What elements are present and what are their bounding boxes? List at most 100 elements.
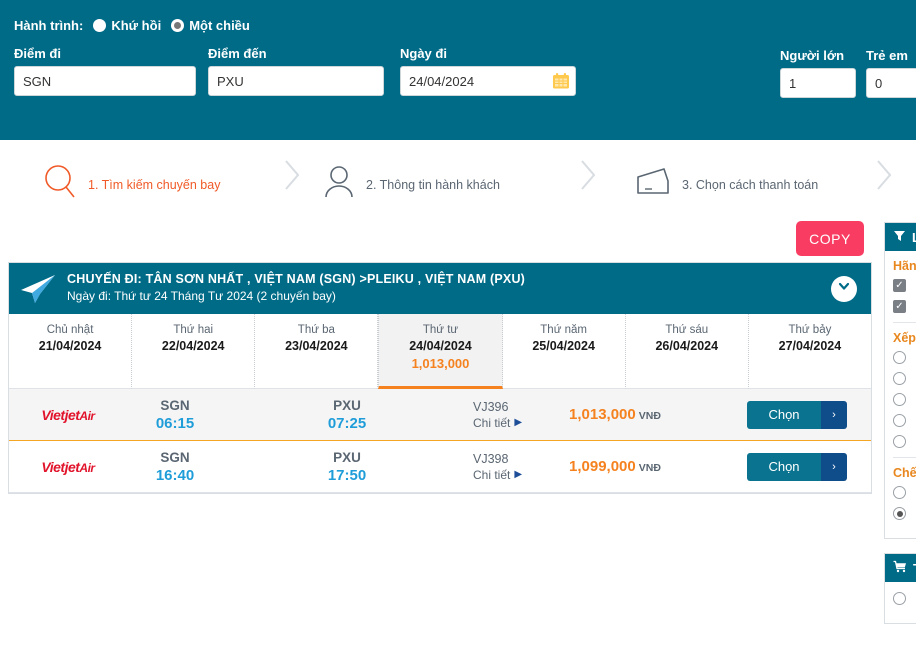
radio-icon[interactable] (893, 351, 906, 364)
trip-option-round-trip[interactable]: Khứ hồi (93, 18, 161, 33)
action-block: Chọn › (739, 401, 871, 429)
date-tab-6[interactable]: Thứ bảy 27/04/2024 (749, 314, 871, 389)
airline-filter-title: Hãng (893, 259, 916, 273)
sort-option-1[interactable] (893, 372, 916, 385)
filter-divider (893, 322, 916, 323)
flight-details-label: Chi tiết (473, 415, 510, 431)
date-tab-1[interactable]: Thứ hai 22/04/2024 (132, 314, 255, 389)
sort-option-2[interactable] (893, 393, 916, 406)
select-flight-button[interactable]: Chọn › (747, 401, 847, 429)
trip-option-one-way-label: Một chiều (189, 18, 250, 33)
checkbox-checked-icon[interactable]: ✓ (893, 300, 906, 313)
depart-date-input[interactable]: 24/04/2024 (400, 66, 576, 96)
journey-header: CHUYẾN ĐI: TÂN SƠN NHẤT , VIỆT NAM (SGN)… (9, 263, 871, 314)
date-tab-2[interactable]: Thứ ba 23/04/2024 (255, 314, 378, 389)
sort-option-4[interactable] (893, 435, 916, 448)
step-chevron-1-icon (282, 157, 304, 199)
step-payment-method-label: 3. Chọn cách thanh toán (682, 178, 818, 192)
destination-block: PXU 17:50 (299, 449, 395, 485)
airline-logo-vietjet: VietjetAir (9, 459, 127, 475)
date-tabs: Chủ nhật 21/04/2024 Thứ hai 22/04/2024 T… (9, 314, 871, 389)
arrival-field: Điểm đến PXU (208, 46, 384, 96)
airline-logo-vietjet: VietjetAir (9, 407, 127, 423)
trip-option-one-way[interactable]: Một chiều (171, 18, 250, 33)
action-block: Chọn › (739, 453, 871, 481)
select-flight-button[interactable]: Chọn › (747, 453, 847, 481)
flight-details-link[interactable]: Chi tiết ▶ (473, 415, 559, 431)
origin-code: SGN (127, 397, 223, 414)
adults-label: Người lớn (780, 48, 856, 63)
adults-input[interactable]: 1 (780, 68, 856, 98)
class-option-0[interactable] (893, 486, 916, 499)
radio-icon[interactable] (893, 372, 906, 385)
class-option-1[interactable] (893, 507, 916, 520)
adults-field: Người lớn 1 (780, 48, 856, 98)
radio-icon[interactable] (893, 592, 906, 605)
step-payment-method[interactable]: 3. Chọn cách thanh toán (634, 163, 818, 206)
table-row[interactable]: VietjetAir SGN 16:40 PXU 17:50 VJ398 Chi… (9, 441, 871, 493)
radio-icon[interactable] (893, 393, 906, 406)
radio-icon[interactable] (893, 414, 906, 427)
journey-title: CHUYẾN ĐI: TÂN SƠN NHẤT , VIỆT NAM (SGN)… (67, 272, 525, 288)
select-flight-label: Chọn (747, 453, 821, 481)
flight-details-link[interactable]: Chi tiết ▶ (473, 467, 559, 483)
checkout-steps: 1. Tìm kiếm chuyến bay 2. Thông tin hành… (0, 141, 916, 219)
step-passenger-info-label: 2. Thông tin hành khách (366, 178, 500, 192)
step-search-flight[interactable]: 1. Tìm kiếm chuyến bay (42, 163, 220, 206)
origin-block: SGN 16:40 (127, 449, 223, 485)
radio-icon[interactable] (893, 435, 906, 448)
sort-option-3[interactable] (893, 414, 916, 427)
origin-block: SGN 06:15 (127, 397, 223, 433)
depart-date-wrapper: 24/04/2024 (400, 66, 576, 96)
airline-filter-option-0[interactable]: ✓ (893, 279, 916, 292)
destination-code: PXU (299, 397, 395, 414)
user-icon (322, 163, 356, 206)
flight-number: VJ396 (473, 399, 559, 415)
triangle-right-icon: ▶ (514, 467, 522, 483)
radio-selected-icon[interactable] (893, 507, 906, 520)
airline-filter-option-1[interactable]: ✓ (893, 300, 916, 313)
radio-one-way-icon[interactable] (171, 19, 184, 32)
date-tab-4[interactable]: Thứ năm 25/04/2024 (503, 314, 626, 389)
date-tab-0[interactable]: Chủ nhật 21/04/2024 (9, 314, 132, 389)
chevron-right-icon: › (821, 453, 847, 481)
filter-sidebar: L Hãng ✓ ✓ Xếp (884, 222, 916, 624)
date-tab-5-date: 26/04/2024 (626, 338, 748, 355)
step-passenger-info[interactable]: 2. Thông tin hành khách (322, 163, 500, 206)
checkbox-checked-icon[interactable]: ✓ (893, 279, 906, 292)
date-tab-3-dow: Thứ tư (379, 322, 501, 338)
flight-search-page: Hành trình: Khứ hồi Một chiều Điểm đi SG… (0, 0, 916, 670)
class-filter-title: Chế (893, 466, 916, 480)
date-tab-3[interactable]: Thứ tư 24/04/2024 1,013,000 (378, 314, 502, 389)
radio-icon[interactable] (893, 486, 906, 499)
table-row[interactable]: VietjetAir SGN 06:15 PXU 07:25 VJ396 Chi… (9, 389, 871, 441)
calendar-icon[interactable] (552, 73, 570, 90)
children-input[interactable]: 0 (866, 68, 916, 98)
flight-detail-block: VJ398 Chi tiết ▶ (473, 451, 559, 483)
filter-panel-body: Hãng ✓ ✓ Xếp (885, 251, 916, 538)
triangle-right-icon: ▶ (514, 415, 522, 431)
arrive-time: 17:50 (299, 466, 395, 485)
airline-logo-text: VietjetAir (41, 407, 94, 423)
copy-button[interactable]: COPY (796, 221, 864, 256)
children-label: Trẻ em (866, 48, 916, 63)
filter-panel-header: L (885, 223, 916, 251)
cart-panel-header: T (885, 554, 916, 582)
price-block: 1,099,000VNĐ (559, 458, 739, 476)
radio-round-trip-icon[interactable] (93, 19, 106, 32)
flight-results-card: CHUYẾN ĐI: TÂN SƠN NHẤT , VIỆT NAM (SGN)… (8, 262, 872, 494)
search-icon (42, 163, 78, 206)
sort-option-0[interactable] (893, 351, 916, 364)
cart-option-0[interactable] (893, 592, 916, 605)
date-tab-1-dow: Thứ hai (132, 322, 254, 338)
date-tab-5[interactable]: Thứ sáu 26/04/2024 (626, 314, 749, 389)
arrival-input[interactable]: PXU (208, 66, 384, 96)
airline-logo-text: VietjetAir (41, 459, 94, 475)
date-tab-6-date: 27/04/2024 (749, 338, 871, 355)
date-tab-3-date: 24/04/2024 (379, 338, 501, 355)
departure-input[interactable]: SGN (14, 66, 196, 96)
trip-type-label: Hành trình: (14, 18, 83, 33)
date-tab-4-dow: Thứ năm (503, 322, 625, 338)
journey-collapse-toggle[interactable] (831, 276, 857, 302)
departure-label: Điểm đi (14, 46, 196, 61)
